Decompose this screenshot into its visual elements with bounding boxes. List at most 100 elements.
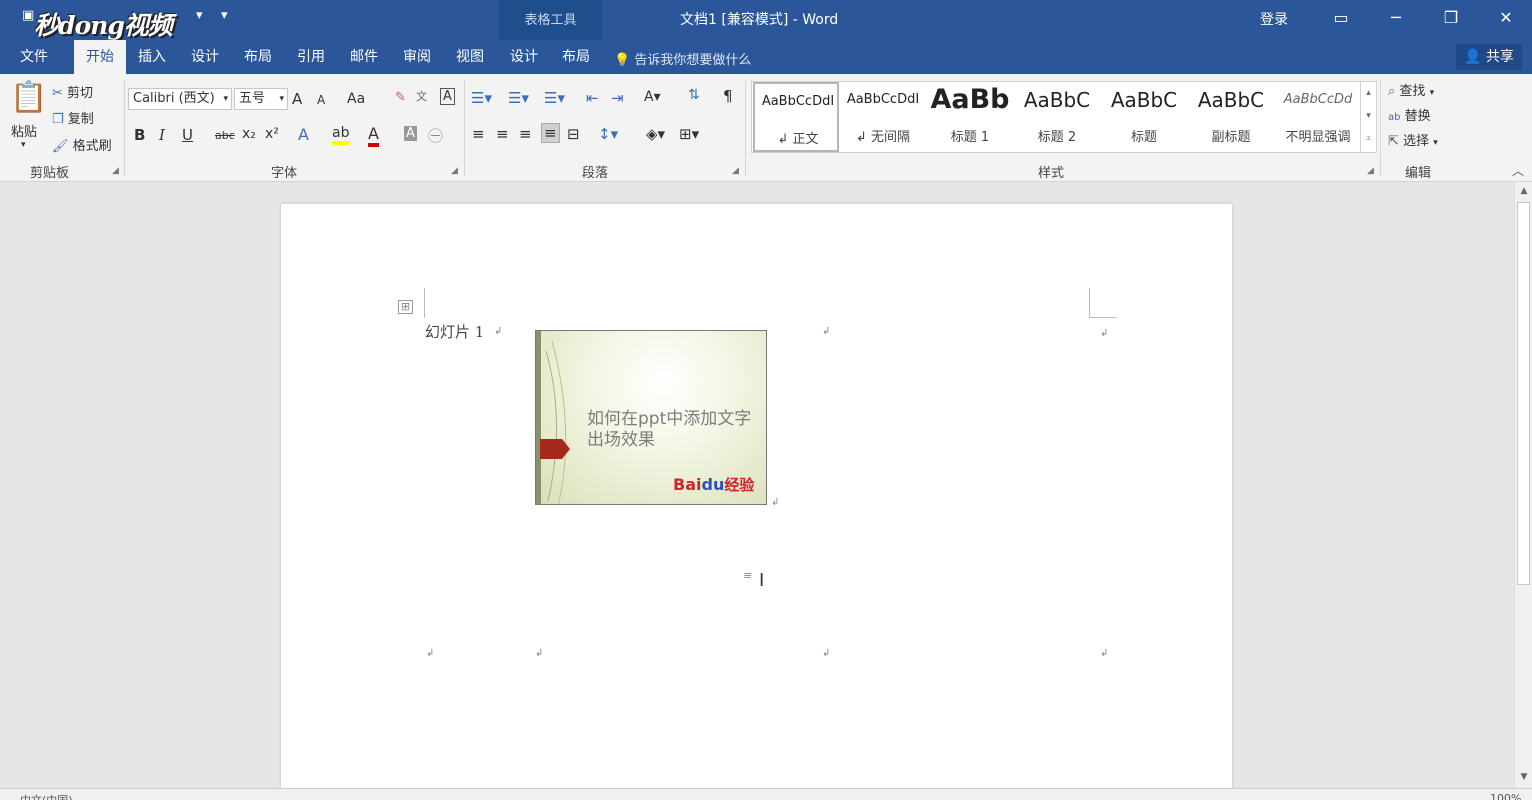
character-shading-icon[interactable]: A — [404, 126, 417, 141]
chevron-down-icon[interactable]: ▾ — [1361, 105, 1376, 128]
font-launcher-icon[interactable]: ◢ — [451, 166, 458, 176]
scrollbar-thumb[interactable] — [1517, 202, 1530, 585]
customize-qat-icon[interactable]: ▾ — [221, 8, 228, 23]
numbering-icon[interactable]: ☰▾ — [508, 89, 529, 107]
style-subtle-emphasis[interactable]: AaBbCcDd 不明显强调 — [1275, 82, 1361, 152]
italic-button[interactable]: I — [159, 126, 165, 144]
paste-icon[interactable]: 📋 — [10, 80, 47, 115]
chinese-layout-icon[interactable]: A▾ — [644, 89, 661, 105]
font-name-combo[interactable]: Calibri (西文) ▾ — [128, 88, 232, 110]
restore-icon[interactable]: ❐ — [1437, 6, 1465, 30]
clear-formatting-icon[interactable]: ✎ — [395, 90, 406, 105]
superscript-button[interactable]: x² — [265, 126, 279, 142]
tab-layout[interactable]: 布局 — [234, 40, 282, 74]
distributed-icon[interactable]: ⊟ — [567, 125, 580, 143]
ribbon-display-options-icon[interactable]: ▭ — [1327, 6, 1355, 30]
close-icon[interactable]: ✕ — [1492, 6, 1520, 30]
styles-launcher-icon[interactable]: ◢ — [1367, 166, 1374, 176]
clipboard-launcher-icon[interactable]: ◢ — [112, 166, 119, 176]
tab-review[interactable]: 审阅 — [393, 40, 441, 74]
scissors-icon: ✂ — [52, 86, 63, 101]
baidu-jingyan-logo: Baidu经验 — [673, 474, 754, 495]
gallery-more-icon[interactable]: ⩡ — [1361, 128, 1376, 151]
select-button[interactable]: ⇱ 选择 ▾ — [1388, 130, 1438, 149]
tab-mailings[interactable]: 邮件 — [340, 40, 388, 74]
paragraph-launcher-icon[interactable]: ◢ — [732, 166, 739, 176]
replace-button[interactable]: ab 替换 — [1388, 105, 1431, 124]
tab-table-layout[interactable]: 布局 — [552, 40, 600, 74]
tab-view[interactable]: 视图 — [446, 40, 494, 74]
save-icon[interactable]: ▣ — [22, 8, 34, 23]
shrink-font-button[interactable]: A — [317, 93, 325, 107]
styles-gallery-scroll[interactable]: ▴ ▾ ⩡ — [1360, 82, 1376, 152]
qat-dropdown-icon[interactable]: ▾ — [196, 8, 203, 23]
sort-icon[interactable]: ⇅ — [688, 87, 700, 103]
style-heading-2[interactable]: AaBbC 标题 2 — [1014, 82, 1100, 152]
format-painter-label: 格式刷 — [72, 139, 112, 154]
line-spacing-icon[interactable]: ↕▾ — [598, 125, 618, 143]
paste-button[interactable]: 粘贴 — [11, 121, 37, 140]
slide-thumbnail[interactable]: 如何在ppt中添加文字出场效果 Baidu经验 — [535, 330, 767, 505]
chevron-up-icon[interactable]: ▴ — [1361, 82, 1376, 105]
align-left-icon[interactable]: ≡ — [472, 125, 485, 143]
align-center-icon[interactable]: ≡ — [496, 125, 509, 143]
style-no-spacing[interactable]: AaBbCcDdI ↲ 无间隔 — [840, 82, 926, 152]
zoom-level[interactable]: 100% — [1490, 792, 1521, 800]
tab-references[interactable]: 引用 — [287, 40, 335, 74]
tab-table-design[interactable]: 设计 — [500, 40, 548, 74]
scroll-down-icon[interactable]: ▼ — [1515, 772, 1532, 782]
collapse-ribbon-icon[interactable]: ︿ — [1512, 162, 1524, 179]
chevron-down-icon: ▾ — [1429, 88, 1435, 98]
cell-end-mark: ↲ — [822, 326, 831, 337]
tell-me-search[interactable]: 💡 告诉我你想要做什么 — [614, 49, 751, 68]
vertical-scrollbar[interactable]: ▲ ▼ — [1514, 182, 1532, 788]
increase-indent-icon[interactable]: ⇥ — [611, 89, 624, 107]
minimize-icon[interactable]: ─ — [1382, 6, 1410, 30]
copy-button[interactable]: ❐ 复制 — [52, 108, 94, 127]
font-size-combo[interactable]: 五号 ▾ — [234, 88, 288, 110]
find-button[interactable]: ⌕ 查找 ▾ — [1388, 80, 1434, 99]
paste-dropdown-icon[interactable]: ▾ — [21, 140, 26, 150]
underline-button[interactable]: U — [182, 126, 193, 144]
align-right-icon[interactable]: ≡ — [519, 125, 532, 143]
ribbon: 📋 粘贴 ▾ ✂ 剪切 ❐ 复制 🖌 格式刷 剪贴板 ◢ Calibri (西文… — [0, 74, 1532, 182]
multilevel-list-icon[interactable]: ☰▾ — [544, 89, 565, 107]
style-name: 副标题 — [1211, 130, 1251, 145]
borders-icon[interactable]: ⊞▾ — [679, 125, 699, 143]
bold-button[interactable]: B — [134, 126, 145, 144]
style-heading-1[interactable]: AaBb 标题 1 — [927, 82, 1013, 152]
change-case-button[interactable]: Aa — [347, 91, 365, 107]
subscript-button[interactable]: x₂ — [242, 126, 256, 142]
share-button[interactable]: 👤 共享 — [1456, 44, 1522, 70]
scroll-up-icon[interactable]: ▲ — [1515, 186, 1532, 196]
phonetic-guide-icon[interactable]: 文 — [416, 88, 427, 104]
strikethrough-button[interactable]: abc — [215, 129, 235, 142]
show-paragraph-marks-icon[interactable]: ¶ — [723, 87, 733, 105]
style-title[interactable]: AaBbC 标题 — [1101, 82, 1187, 152]
replace-label: 替换 — [1404, 109, 1431, 124]
tab-file[interactable]: 文件 — [8, 40, 60, 74]
shading-icon[interactable]: ◈▾ — [646, 125, 665, 143]
font-color-icon[interactable]: A — [368, 124, 379, 147]
row-end-mark: ↲ — [1100, 328, 1109, 339]
cut-button[interactable]: ✂ 剪切 — [52, 82, 93, 101]
login-link[interactable]: 登录 — [1260, 9, 1288, 29]
text-effects-icon[interactable]: A — [298, 125, 309, 144]
document-page[interactable]: ⊞ 幻灯片 1 ↲ 如何在ppt中添加文字出场效果 Baidu经验 ↲ ↲ ↲ … — [281, 204, 1232, 800]
language-indicator[interactable]: 中文(中国) — [20, 792, 73, 800]
decrease-indent-icon[interactable]: ⇤ — [586, 89, 599, 107]
table-tools-label: 表格工具 — [524, 13, 577, 28]
highlight-icon[interactable]: ab — [332, 125, 350, 145]
style-normal[interactable]: AaBbCcDdI ↲ 正文 — [753, 82, 839, 152]
character-border-icon[interactable]: A — [440, 88, 455, 105]
tab-design[interactable]: 设计 — [181, 40, 229, 74]
tab-home[interactable]: 开始 — [74, 40, 126, 74]
format-painter-button[interactable]: 🖌 格式刷 — [52, 135, 112, 154]
grow-font-button[interactable]: A — [292, 90, 302, 108]
table-move-handle-icon[interactable]: ⊞ — [398, 300, 413, 314]
bullets-icon[interactable]: ☰▾ — [471, 89, 492, 107]
style-subtitle[interactable]: AaBbC 副标题 — [1188, 82, 1274, 152]
enclose-characters-icon[interactable]: ㊀ — [428, 125, 443, 146]
justify-icon[interactable]: ≡ — [541, 123, 560, 143]
tab-insert[interactable]: 插入 — [128, 40, 176, 74]
